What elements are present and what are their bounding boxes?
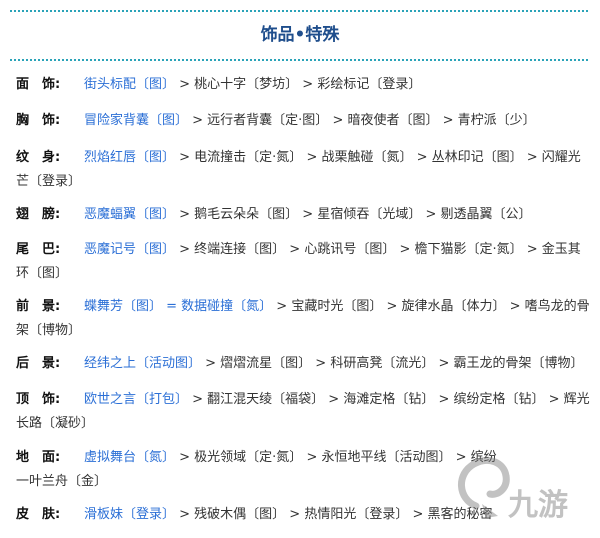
list-item-tail: 尾 巴: 恶魔记号〔图〕 > 终端连接〔图〕 > 心跳讯号〔图〕 > 檐下猫影〔定… (16, 238, 596, 286)
first-item-link[interactable]: 恶魔蝠翼〔图〕 (84, 207, 175, 222)
upgrade-path: > 宝藏时光〔图〕 > 旋律水晶〔体力〕 > 嗜鸟龙的骨 (272, 299, 590, 314)
row-label: 纹 身: (16, 150, 61, 165)
upgrade-path: > 翻江混天绫〔福袋〕 > 海滩定格〔钻〕 > 缤纷定格〔钻〕 > 辉光 (188, 392, 590, 407)
first-item-link[interactable]: 街头标配〔图〕 (84, 77, 175, 92)
upgrade-path-continued: 长路〔凝砂〕 (16, 416, 95, 431)
upgrade-path: > 终端连接〔图〕 > 心跳讯号〔图〕 > 檐下猫影〔定·氮〕 > 金玉其 (175, 242, 581, 257)
row-label: 皮 肤: (16, 507, 61, 522)
row-label: 地 面: (16, 450, 61, 465)
first-item-link[interactable]: 欧世之言〔打包〕 (84, 392, 188, 407)
title-divider (10, 59, 588, 61)
row-label: 尾 巴: (16, 242, 61, 257)
list-item-wings: 翅 膀: 恶魔蝠翼〔图〕 > 鹅毛云朵朵〔图〕 > 星宿倾吞〔光域〕 > 剔透晶翼… (16, 203, 596, 227)
page: 饰品•特殊 面 饰: 街头标配〔图〕 > 桃心十字〔梦坊〕 > 彩绘标记〔登录〕 … (0, 0, 600, 538)
row-label: 后 景: (16, 356, 61, 371)
page-title: 饰品•特殊 (260, 25, 340, 45)
upgrade-path: > 鹅毛云朵朵〔图〕 > 星宿倾吞〔光域〕 > 剔透晶翼〔公〕 (175, 207, 532, 222)
first-item-link[interactable]: 经纬之上〔活动图〕 (84, 356, 201, 371)
upgrade-path-continued: 架〔博物〕 (16, 323, 82, 338)
upgrade-path: > 熠熠流星〔图〕 > 科研高凳〔流光〕 > 霸王龙的骨架〔博物〕 (201, 356, 584, 371)
first-item-link[interactable]: 虚拟舞台〔氮〕 (84, 450, 175, 465)
watermark: 九游 (446, 434, 596, 534)
list-item-background: 后 景: 经纬之上〔活动图〕 > 熠熠流星〔图〕 > 科研高凳〔流光〕 > 霸王龙… (16, 352, 596, 376)
first-item-link[interactable]: 恶魔记号〔图〕 (84, 242, 175, 257)
upgrade-path: > 残破木偶〔图〕 > 热情阳光〔登录〕 > 黑客的秘密 (175, 507, 493, 522)
row-label: 面 饰: (16, 77, 61, 92)
row-label: 前 景: (16, 299, 61, 314)
top-divider (10, 10, 588, 12)
list-item-top-ornament: 顶 饰: 欧世之言〔打包〕 > 翻江混天绫〔福袋〕 > 海滩定格〔钻〕 > 缤纷定… (16, 388, 596, 436)
row-label: 翅 膀: (16, 207, 61, 222)
first-item-link[interactable]: 滑板妹〔登录〕 (84, 507, 175, 522)
list-item-tattoo: 纹 身: 烈焰红唇〔图〕 > 电流撞击〔定·氮〕 > 战栗触碰〔氮〕 > 丛林印记… (16, 146, 596, 194)
upgrade-path-continued: 环〔图〕 (16, 266, 69, 281)
watermark-text: 九游 (508, 488, 568, 523)
list-item-foreground: 前 景: 蝶舞芳〔图〕 = 数据碰撞〔氮〕 > 宝藏时光〔图〕 > 旋律水晶〔体力… (16, 295, 596, 343)
row-label: 胸 饰: (16, 113, 61, 128)
first-item-link[interactable]: 烈焰红唇〔图〕 (84, 150, 175, 165)
upgrade-path-continued: 芒〔登录〕 (16, 174, 82, 189)
first-item-link[interactable]: 蝶舞芳〔图〕 = 数据碰撞〔氮〕 (84, 299, 272, 314)
upgrade-path: > 远行者背囊〔定·图〕 > 暗夜使者〔图〕 > 青柠派〔少〕 (188, 113, 536, 128)
list-item-face: 面 饰: 街头标配〔图〕 > 桃心十字〔梦坊〕 > 彩绘标记〔登录〕 (16, 73, 596, 97)
first-item-link[interactable]: 冒险家背囊〔图〕 (84, 113, 188, 128)
upgrade-path: > 电流撞击〔定·氮〕 > 战栗触碰〔氮〕 > 丛林印记〔图〕 > 闪耀光 (175, 150, 581, 165)
row-label: 顶 饰: (16, 392, 61, 407)
upgrade-path: > 桃心十字〔梦坊〕 > 彩绘标记〔登录〕 (175, 77, 422, 92)
list-item-chest: 胸 饰: 冒险家背囊〔图〕 > 远行者背囊〔定·图〕 > 暗夜使者〔图〕 > 青柠… (16, 109, 596, 133)
